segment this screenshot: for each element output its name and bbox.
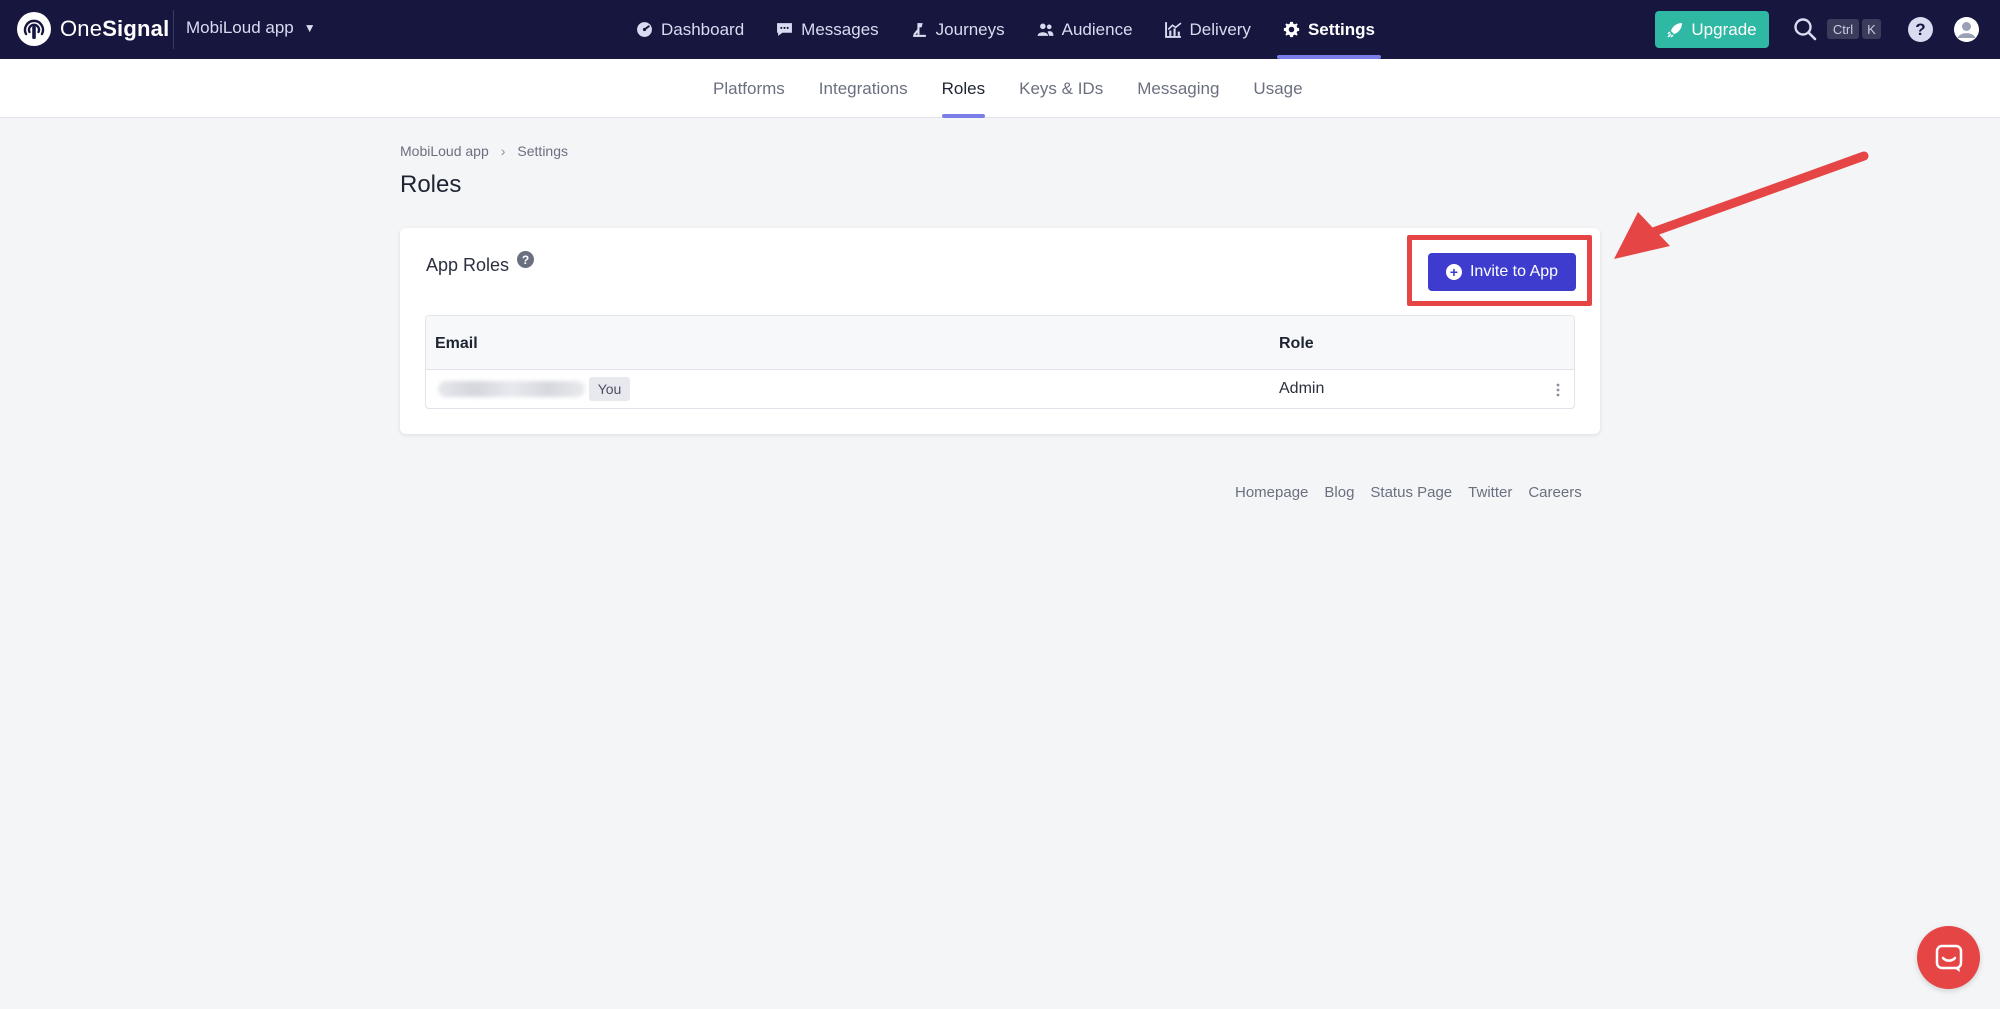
rocket-icon: [1667, 22, 1683, 38]
nav-label: Settings: [1307, 19, 1375, 39]
nav-item-delivery[interactable]: Delivery: [1149, 0, 1267, 59]
table-header: Email Role: [426, 316, 1574, 370]
card-title-text: App Roles: [426, 255, 510, 275]
tab-roles[interactable]: Roles: [925, 59, 1002, 118]
nav-item-messages[interactable]: Messages: [760, 0, 894, 59]
journeys-icon: [912, 23, 926, 37]
footer-link-twitter[interactable]: Twitter: [1468, 484, 1512, 501]
breadcrumb-app[interactable]: MobiLoud app: [400, 143, 489, 159]
nav-label: Dashboard: [661, 19, 745, 39]
delivery-icon: [1164, 22, 1181, 38]
app-switcher[interactable]: MobiLoud app ▼: [186, 18, 316, 38]
you-badge: You: [589, 377, 630, 401]
nav-label: Delivery: [1189, 19, 1251, 39]
nav-item-dashboard[interactable]: Dashboard: [620, 0, 760, 59]
audience-icon: [1037, 23, 1054, 36]
email-redacted: [438, 381, 585, 397]
chat-icon: [1935, 944, 1962, 972]
brand-divider: [173, 10, 174, 49]
footer-link-careers[interactable]: Careers: [1528, 484, 1581, 501]
help-icon[interactable]: ?: [1908, 17, 1933, 42]
breadcrumb: MobiLoud app › Settings: [400, 143, 568, 159]
breadcrumb-separator: ›: [500, 143, 506, 159]
card-title: App Roles ?: [426, 251, 535, 276]
nav-label: Journeys: [935, 19, 1005, 39]
breadcrumb-settings[interactable]: Settings: [517, 143, 568, 159]
tab-platforms[interactable]: Platforms: [696, 59, 802, 118]
tab-messaging[interactable]: Messaging: [1120, 59, 1236, 118]
footer-link-status-page[interactable]: Status Page: [1370, 484, 1452, 501]
role-cell: Admin: [1279, 380, 1325, 397]
onesignal-logo[interactable]: OneSignal: [16, 11, 169, 47]
column-header-email: Email: [435, 335, 478, 352]
question-icon[interactable]: ?: [517, 251, 535, 268]
nav-label: Messages: [801, 19, 879, 39]
brand-name: OneSignal: [60, 16, 170, 41]
chat-launcher-button[interactable]: [1917, 926, 1980, 989]
page-title: Roles: [400, 171, 462, 198]
nav-label: Audience: [1061, 19, 1133, 39]
invite-to-app-button[interactable]: + Invite to App: [1428, 253, 1576, 291]
tab-integrations[interactable]: Integrations: [802, 59, 925, 118]
nav-item-journeys[interactable]: Journeys: [895, 0, 1021, 59]
nav-item-audience[interactable]: Audience: [1021, 0, 1149, 59]
invite-label: Invite to App: [1469, 263, 1559, 280]
user-avatar-icon: [1954, 17, 1979, 42]
upgrade-label: Upgrade: [1691, 19, 1757, 39]
dashboard-icon: [637, 22, 652, 37]
roles-table: Email Role You Admin: [425, 315, 1575, 409]
column-header-role: Role: [1279, 335, 1314, 352]
messages-icon: [777, 23, 793, 36]
onesignal-logo-icon: [17, 12, 51, 46]
more-options-icon[interactable]: [1553, 381, 1563, 399]
upgrade-button[interactable]: Upgrade: [1655, 11, 1769, 48]
shortcut-ctrl-key: Ctrl: [1827, 19, 1859, 39]
avatar[interactable]: [1954, 17, 1979, 42]
settings-subnav: Platforms Integrations Roles Keys & IDs …: [0, 59, 2000, 118]
shortcut-k-key: K: [1862, 19, 1881, 39]
plus-circle-icon: +: [1445, 264, 1462, 280]
table-row: You Admin: [426, 370, 1574, 408]
app-switcher-label: MobiLoud app: [186, 18, 294, 37]
footer-links: Homepage Blog Status Page Twitter Career…: [1235, 484, 1582, 501]
red-arrow-annotation: [1614, 151, 1869, 259]
search-icon[interactable]: [1793, 17, 1817, 41]
footer-link-blog[interactable]: Blog: [1324, 484, 1354, 501]
caret-down-icon: ▼: [303, 21, 316, 35]
tab-usage[interactable]: Usage: [1236, 59, 1319, 118]
tab-keys-ids[interactable]: Keys & IDs: [1002, 59, 1120, 118]
main-nav: Dashboard Messages Journeys Audience Del…: [620, 0, 1391, 59]
nav-item-settings[interactable]: Settings: [1267, 0, 1391, 59]
gear-icon: [1283, 21, 1300, 38]
footer-link-homepage[interactable]: Homepage: [1235, 484, 1308, 501]
top-navigation: OneSignal MobiLoud app ▼ Dashboard Messa…: [0, 0, 2000, 59]
